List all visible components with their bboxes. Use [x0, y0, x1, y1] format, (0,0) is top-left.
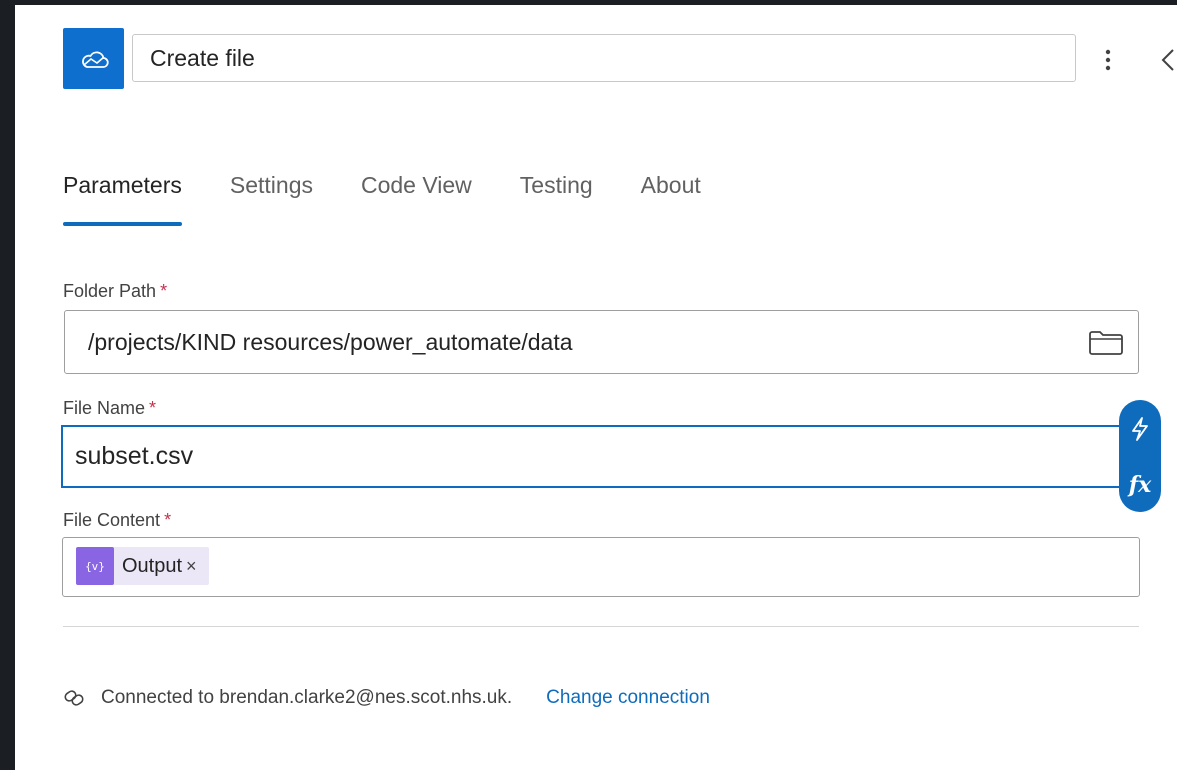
file-name-input[interactable]: subset.csv — [61, 425, 1127, 488]
file-content-label: File Content * — [63, 510, 171, 531]
tab-about[interactable]: About — [641, 165, 701, 227]
expression-editor-button[interactable]: fx — [1119, 464, 1161, 506]
tab-settings[interactable]: Settings — [230, 165, 313, 227]
file-name-label-text: File Name — [63, 398, 146, 418]
tab-code-view[interactable]: Code View — [361, 165, 472, 227]
file-content-label-text: File Content — [63, 510, 161, 530]
file-content-input[interactable]: {v} Output × — [62, 537, 1140, 597]
file-name-label: File Name * — [63, 398, 156, 419]
folder-path-input[interactable]: /projects/KIND resources/power_automate/… — [64, 310, 1139, 374]
onedrive-cloud-icon — [63, 28, 124, 89]
collapse-panel-button[interactable] — [1153, 45, 1177, 75]
folder-path-label: Folder Path * — [63, 281, 167, 302]
connection-info: Connected to brendan.clarke2@nes.scot.nh… — [63, 683, 710, 713]
folder-path-label-text: Folder Path — [63, 281, 157, 301]
output-token[interactable]: {v} Output × — [76, 547, 209, 585]
required-mark: * — [164, 510, 172, 530]
dynamic-content-button[interactable] — [1119, 408, 1161, 450]
section-divider — [63, 626, 1139, 627]
more-vertical-icon — [1105, 49, 1111, 71]
dynamic-content-toolbar: fx — [1119, 400, 1161, 512]
file-name-value: subset.csv — [75, 442, 194, 470]
required-mark: * — [160, 281, 168, 301]
lightning-icon — [1132, 417, 1148, 441]
chevron-left-icon — [1161, 49, 1174, 71]
connection-text: Connected to brendan.clarke2@nes.scot.nh… — [101, 687, 513, 708]
output-token-label: Output — [122, 554, 183, 577]
action-panel: Create file Parameters Settings Code Vie… — [15, 5, 1177, 770]
folder-path-value: /projects/KIND resources/power_automate/… — [88, 329, 573, 355]
tab-bar: Parameters Settings Code View Testing Ab… — [63, 165, 749, 227]
folder-icon[interactable] — [1088, 330, 1124, 356]
tab-parameters[interactable]: Parameters — [63, 165, 182, 227]
action-title-input[interactable]: Create file — [132, 34, 1076, 82]
more-options-button[interactable] — [1093, 45, 1123, 75]
remove-token-button[interactable]: × — [186, 556, 197, 577]
variable-icon: {v} — [76, 547, 114, 585]
link-icon — [64, 690, 84, 706]
change-connection-link[interactable]: Change connection — [546, 687, 710, 709]
tab-testing[interactable]: Testing — [520, 165, 593, 227]
required-mark: * — [149, 398, 157, 418]
